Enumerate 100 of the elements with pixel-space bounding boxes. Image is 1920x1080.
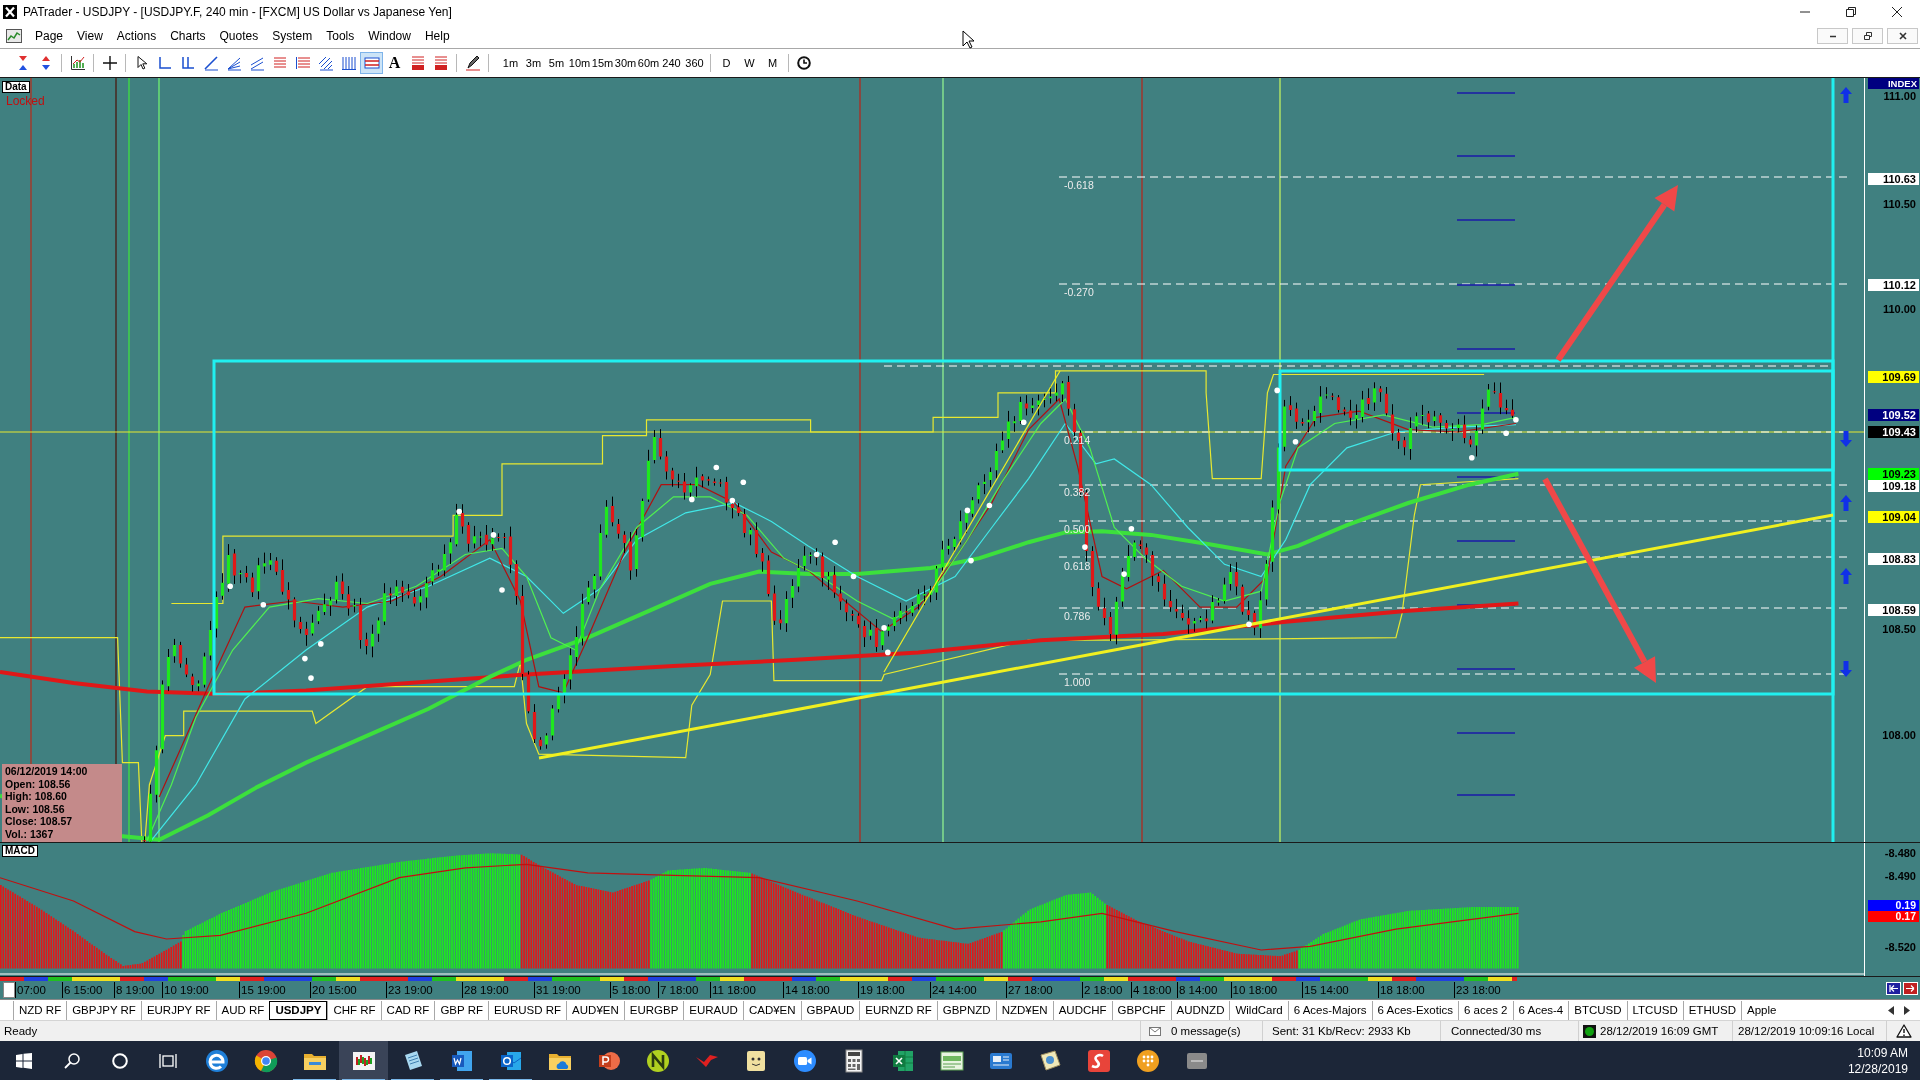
timeframe-button[interactable]: 3m [522,52,545,74]
sheet-tab[interactable]: NZD RF [13,1000,67,1020]
sheet-tab[interactable]: EURGBP [623,1000,684,1020]
menu-item[interactable]: Page [28,27,71,45]
triangle-left-icon [1888,1005,1894,1015]
time-label: 6 15:00 [62,982,103,998]
macd-scale-label: -8.480 [1884,846,1916,860]
chart-icon[interactable] [6,29,22,43]
dash-marker [1456,732,1516,734]
close-icon [1898,32,1907,40]
menu-item[interactable]: Actions [109,27,164,45]
timeframe-button[interactable]: 240 [660,52,683,74]
sheet-tab[interactable]: EURNZD RF [859,1000,937,1020]
sheet-tab[interactable]: LTCUSD [1626,1000,1683,1020]
dot-marker-icon [740,479,747,485]
price-scale-label: 108.50 [1882,622,1916,636]
sheet-tab[interactable]: AUDCHF [1052,1000,1112,1020]
sheet-tab[interactable]: WildCard [1229,1000,1288,1020]
dot-marker-icon [1274,387,1280,394]
time-label: 28 19:00 [462,982,509,998]
timeframe-button[interactable]: 360 [683,52,706,74]
sheet-tab[interactable]: BTCUSD [1568,1000,1627,1020]
price-scale-label: 108.00 [1882,729,1916,743]
dot-marker-icon [490,532,497,538]
scroll-left-button[interactable] [1888,1005,1896,1015]
timeframe-button[interactable]: 5m [545,52,568,74]
up-arrow-icon [1840,87,1852,103]
time-label: 07:00 [15,982,46,998]
menu-item[interactable]: View [70,27,110,45]
scroll-thumb[interactable] [3,982,15,998]
price-tag: 109.43 [1868,426,1919,438]
sheet-tab[interactable]: 6 Aces-4 [1512,1000,1569,1020]
dot-marker-icon [227,583,233,590]
menu-item[interactable]: Charts [163,27,213,45]
traffic-status: Sent: 31 Kb/Recv: 2933 Kb [1272,1024,1411,1039]
scroll-to-start-button[interactable] [1886,981,1901,995]
restore-icon [1863,32,1872,40]
sheet-tab[interactable]: CHF RF [327,1000,381,1020]
spreadsheet-app-icon [890,1049,915,1073]
window-app-icon [939,1049,964,1073]
vertical-lines-icon [340,55,357,71]
info-timestamp: 06/12/2019 14:00 [5,765,88,778]
dot-marker-icon [1020,419,1027,425]
message-count: 0 message(s) [1171,1024,1241,1039]
sheet-tab[interactable]: 6 aces 2 [1458,1000,1513,1020]
price-tag: 110.12 [1868,279,1919,291]
menu-item[interactable]: Quotes [212,27,266,45]
sheet-tab[interactable]: EURAUD [683,1000,743,1020]
sheet-tab[interactable]: NZD¥EN [995,1000,1053,1020]
taskbar-app[interactable] [339,1041,388,1080]
macd-tag: 0.19 [1868,899,1919,911]
timeframe-button[interactable]: 1m [499,52,522,74]
time-label: 23 18:00 [1454,982,1501,998]
scroll-forward-button[interactable] [1903,981,1918,995]
period-button[interactable]: M [761,52,784,74]
sheet-tab[interactable]: GBPNZD [936,1000,996,1020]
sheet-tab[interactable]: GBPCHF [1111,1000,1171,1020]
timeframe-button[interactable]: 60m [637,52,660,74]
tool-button[interactable]: A [383,52,406,74]
labelled-lines-icon [409,55,426,71]
scroll-right-button[interactable] [1904,1005,1912,1015]
sheet-tab[interactable]: EURUSD RF [488,1000,567,1020]
presentation-app-icon [596,1049,621,1073]
period-button[interactable]: W [738,52,761,74]
sheet-tab[interactable]: CAD¥EN [742,1000,801,1020]
sheet-tab[interactable]: CAD RF [380,1000,435,1020]
time-label: 10 18:00 [1230,982,1278,998]
sheet-tab[interactable]: Apple [1740,1000,1782,1020]
sheet-tab[interactable]: GBP RF [434,1000,488,1020]
timeframe-button[interactable]: 30m [614,52,637,74]
fib-level-label: 1.000 [1064,676,1091,688]
menu-item[interactable]: Help [417,27,457,45]
time-label: 19 18:00 [858,982,905,998]
dash-marker [1456,92,1516,94]
menu-item[interactable]: System [265,27,320,45]
menu-item[interactable]: Tools [319,27,362,45]
dash-marker [1456,540,1516,542]
dash-marker [1456,412,1516,414]
sheet-tab[interactable]: GBPAUD [800,1000,860,1020]
fan-lines-icon [225,55,242,71]
menu-item[interactable]: Window [361,27,418,45]
sheet-tab[interactable]: GBPJPY RF [66,1000,141,1020]
close-button[interactable] [1887,28,1918,44]
dot-marker-icon [729,497,736,504]
sheet-tab[interactable]: ETHUSD [1682,1000,1741,1020]
sheet-tab[interactable]: AUD¥EN [566,1000,624,1020]
sheet-tab[interactable]: AUDNZD [1170,1000,1230,1020]
macd-scale-label: -8.520 [1884,941,1916,954]
sheet-tab[interactable]: 6 Aces-Exotics [1371,1000,1458,1020]
sheet-tab[interactable]: EURJPY RF [140,1000,216,1020]
dash-marker [1456,155,1516,157]
band-lines-icon [363,55,380,71]
diagonal-line-icon [202,55,219,71]
sheet-tab[interactable]: USDJPY [269,1000,328,1020]
restore-button[interactable] [1852,28,1883,44]
timeframe-button[interactable]: 10m [568,52,591,74]
sheet-tab[interactable]: 6 Aces-Majors [1287,1000,1372,1020]
price-tag: 109.18 [1868,480,1919,492]
period-button[interactable]: D [715,52,738,74]
timeframe-button[interactable]: 15m [591,52,614,74]
